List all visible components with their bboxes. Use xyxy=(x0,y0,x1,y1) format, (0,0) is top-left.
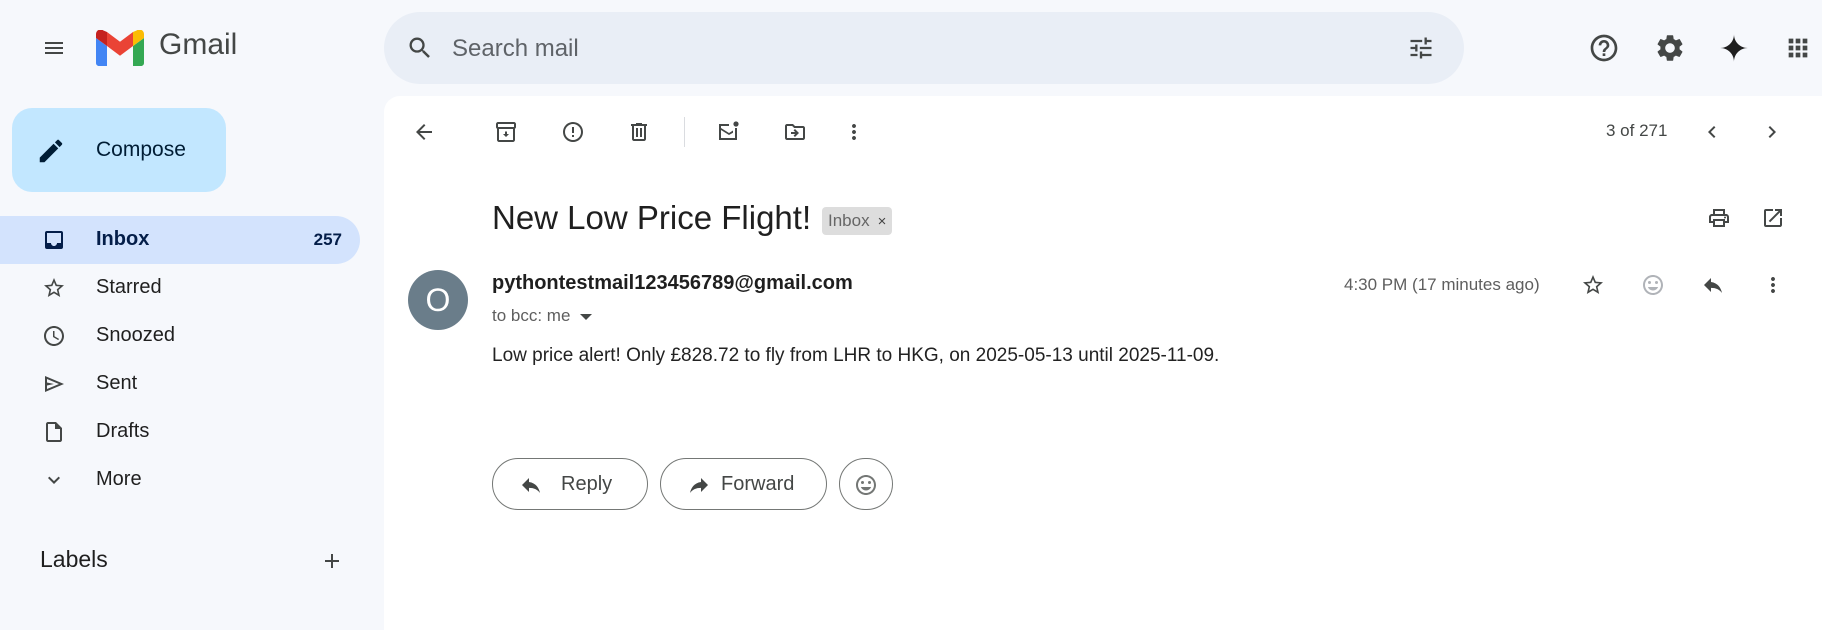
sidebar-item-starred[interactable]: Starred xyxy=(0,264,360,312)
forward-icon xyxy=(687,473,711,497)
print-icon xyxy=(1709,209,1729,227)
create-label-button[interactable] xyxy=(308,537,356,585)
recipient-details-caret-icon[interactable] xyxy=(580,314,593,320)
sidebar-item-sent[interactable]: Sent xyxy=(0,360,360,408)
older-button[interactable] xyxy=(1748,108,1796,156)
search-input[interactable] xyxy=(450,30,1354,68)
gmail-logo-icon xyxy=(96,30,144,66)
report-spam-icon xyxy=(563,122,583,142)
toolbar-divider xyxy=(684,117,685,147)
sidebar-item-label: Drafts xyxy=(96,420,150,442)
message-body: Low price alert! Only £828.72 to fly fro… xyxy=(492,345,1220,366)
print-button[interactable] xyxy=(1695,194,1743,242)
mark-unread-icon xyxy=(719,121,739,140)
apps-button[interactable] xyxy=(1774,24,1822,72)
unread-count: 257 xyxy=(313,230,342,249)
apps-icon xyxy=(1788,38,1808,58)
help-button[interactable] xyxy=(1580,24,1628,72)
sender-avatar[interactable]: O xyxy=(408,270,468,330)
move-to-icon xyxy=(785,124,805,140)
sidebar-item-label: Sent xyxy=(96,372,138,394)
open-in-new-window-button[interactable] xyxy=(1749,194,1797,242)
chevron-left-icon xyxy=(1708,126,1716,138)
gmail-logo[interactable] xyxy=(96,30,144,66)
mark-unread-button[interactable] xyxy=(705,108,753,156)
sidebar-item-label: Inbox xyxy=(96,228,150,250)
delete-icon xyxy=(631,123,647,141)
message-subject: New Low Price Flight! xyxy=(492,199,812,236)
reply-icon xyxy=(519,473,543,497)
more-vert-icon xyxy=(1771,277,1775,293)
settings-icon xyxy=(1657,35,1683,61)
pagination-label: 3 of 271 xyxy=(1606,121,1668,140)
reply-icon xyxy=(1704,278,1722,293)
report-spam-button[interactable] xyxy=(549,108,597,156)
plus-icon xyxy=(325,554,339,568)
search-icon xyxy=(409,37,430,58)
emoji-icon xyxy=(854,473,878,497)
recipients-text: to bcc: me xyxy=(492,306,571,325)
search-options-button[interactable] xyxy=(1397,24,1445,72)
sidebar-item-drafts[interactable]: Drafts xyxy=(0,408,360,456)
forward-button[interactable]: Forward xyxy=(660,458,827,510)
clock-icon xyxy=(42,324,66,348)
open-in-new-icon xyxy=(1764,209,1782,227)
delete-button[interactable] xyxy=(615,108,663,156)
move-to-button[interactable] xyxy=(771,108,819,156)
back-button[interactable] xyxy=(400,108,448,156)
label-chip-text: Inbox xyxy=(828,211,870,230)
chevron-down-icon xyxy=(42,468,66,492)
label-chip-inbox[interactable]: Inbox × xyxy=(822,207,893,235)
add-reaction-button[interactable] xyxy=(1629,261,1677,309)
emoji-icon xyxy=(1643,275,1663,295)
search-bar[interactable] xyxy=(384,12,1464,84)
star-icon xyxy=(1583,275,1603,294)
star-icon xyxy=(42,276,66,300)
chevron-right-icon xyxy=(1768,126,1776,138)
sidebar-item-inbox[interactable]: Inbox 257 xyxy=(0,216,360,264)
help-icon xyxy=(1590,34,1618,62)
archive-button[interactable] xyxy=(482,108,530,156)
compose-button[interactable]: Compose xyxy=(12,108,226,192)
gemini-icon xyxy=(1720,34,1748,62)
search-button[interactable] xyxy=(396,24,444,72)
main-menu-button[interactable] xyxy=(30,24,78,72)
reply-label: Reply xyxy=(561,473,613,495)
remove-label-icon[interactable]: × xyxy=(878,213,887,230)
sidebar-item-more[interactable]: More xyxy=(0,456,360,504)
message-timestamp: 4:30 PM (17 minutes ago) xyxy=(1344,275,1540,294)
gemini-button[interactable] xyxy=(1710,24,1758,72)
archive-icon xyxy=(496,122,516,142)
star-button[interactable] xyxy=(1569,261,1617,309)
send-icon xyxy=(42,372,66,396)
back-icon xyxy=(416,124,432,140)
sidebar-item-snoozed[interactable]: Snoozed xyxy=(0,312,360,360)
sender-email[interactable]: pythontestmail123456789@gmail.com xyxy=(492,272,853,295)
reply-icon-button[interactable] xyxy=(1689,261,1737,309)
newer-button[interactable] xyxy=(1688,108,1736,156)
reply-button[interactable]: Reply xyxy=(492,458,648,510)
search-options-icon xyxy=(1410,37,1432,59)
more-actions-button[interactable] xyxy=(830,108,878,156)
labels-heading: Labels xyxy=(40,546,108,572)
settings-button[interactable] xyxy=(1646,24,1694,72)
forward-label: Forward xyxy=(721,473,795,495)
sidebar-item-label: Starred xyxy=(96,276,162,298)
more-vert-icon xyxy=(852,124,856,140)
draft-icon xyxy=(42,420,66,444)
message-more-button[interactable] xyxy=(1749,261,1797,309)
sidebar-item-label: More xyxy=(96,468,142,490)
gmail-wordmark[interactable]: Gmail xyxy=(159,28,237,62)
main-menu-icon xyxy=(45,42,63,54)
emoji-reaction-button[interactable] xyxy=(839,458,893,510)
pencil-icon xyxy=(39,139,63,163)
sidebar-item-label: Snoozed xyxy=(96,324,175,346)
compose-label: Compose xyxy=(96,138,186,161)
recipients-line: to bcc: me xyxy=(492,306,593,326)
inbox-icon xyxy=(42,228,66,252)
